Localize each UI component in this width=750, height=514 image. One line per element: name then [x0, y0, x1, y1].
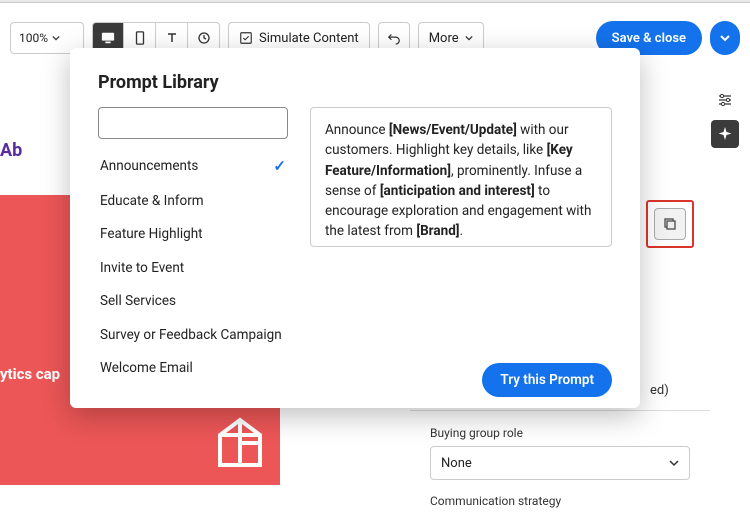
prompt-item[interactable]: Educate & Inform	[98, 185, 288, 219]
buying-group-select[interactable]: None	[430, 446, 690, 480]
sparkle-icon	[717, 126, 733, 142]
prompt-list: Announcements ✓ Educate & Inform Feature Hi…	[98, 149, 288, 397]
prompt-item-label: Announcements	[100, 158, 198, 176]
simulate-label: Simulate Content	[259, 31, 359, 46]
bg-heading-fragment: Ab	[0, 140, 40, 161]
prompt-item-label: Welcome Email	[100, 360, 193, 378]
prompt-preview: Announce [News/Event/Update] with our cu…	[310, 107, 612, 247]
modal-title: Prompt Library	[98, 72, 612, 93]
prompt-item-label: Sell Services	[100, 293, 176, 311]
right-rail	[710, 88, 740, 148]
chevron-down-icon	[465, 34, 473, 42]
decorative-shape-icon	[210, 415, 270, 475]
prompt-item[interactable]: Invite to Event	[98, 252, 288, 286]
desktop-icon	[101, 31, 115, 45]
prompt-search-input[interactable]	[113, 116, 279, 131]
prompt-item[interactable]: Welcome Email	[98, 352, 288, 386]
prompt-item[interactable]: Feature Highlight	[98, 218, 288, 252]
buying-group-label: Buying group role	[430, 426, 690, 440]
settings-rail-button[interactable]	[713, 88, 737, 112]
try-prompt-button[interactable]: Try this Prompt	[482, 363, 612, 397]
text-icon	[166, 32, 178, 44]
sliders-icon	[716, 91, 734, 109]
prompt-library-modal: Prompt Library Announcements ✓ Educate & I…	[70, 48, 640, 408]
save-close-label: Save & close	[612, 31, 686, 46]
chevron-down-icon	[720, 33, 730, 43]
mobile-icon	[135, 31, 145, 45]
buying-group-value: None	[441, 456, 472, 471]
zoom-value: 100%	[19, 31, 48, 45]
clock-icon	[198, 32, 210, 44]
bg-hero-text: ytics cap	[0, 365, 60, 383]
comm-strategy-label: Communication strategy	[430, 494, 690, 508]
copy-variation-button[interactable]	[654, 208, 686, 240]
prompt-item-label: Invite to Event	[100, 260, 184, 278]
simulate-icon	[239, 31, 253, 45]
check-icon: ✓	[273, 157, 286, 177]
prompt-item-label: Educate & Inform	[100, 193, 204, 211]
ai-rail-button[interactable]	[711, 120, 739, 148]
prompt-item[interactable]: Announcements ✓	[98, 149, 288, 185]
save-close-dropdown[interactable]	[710, 21, 740, 55]
prompt-item[interactable]: Sell Services	[98, 285, 288, 319]
copy-icon	[662, 216, 678, 232]
prompt-item-label: Survey or Feedback Campaign	[100, 327, 282, 345]
chevron-down-icon	[52, 34, 60, 42]
try-prompt-label: Try this Prompt	[500, 372, 594, 388]
more-label: More	[429, 31, 459, 46]
undo-icon	[387, 31, 401, 45]
chevron-down-icon	[669, 458, 679, 468]
prompt-item-label: Feature Highlight	[100, 226, 203, 244]
copy-variation-highlight	[646, 200, 694, 248]
prompt-search-wrap	[98, 107, 288, 139]
prompt-item[interactable]: Survey or Feedback Campaign	[98, 319, 288, 353]
